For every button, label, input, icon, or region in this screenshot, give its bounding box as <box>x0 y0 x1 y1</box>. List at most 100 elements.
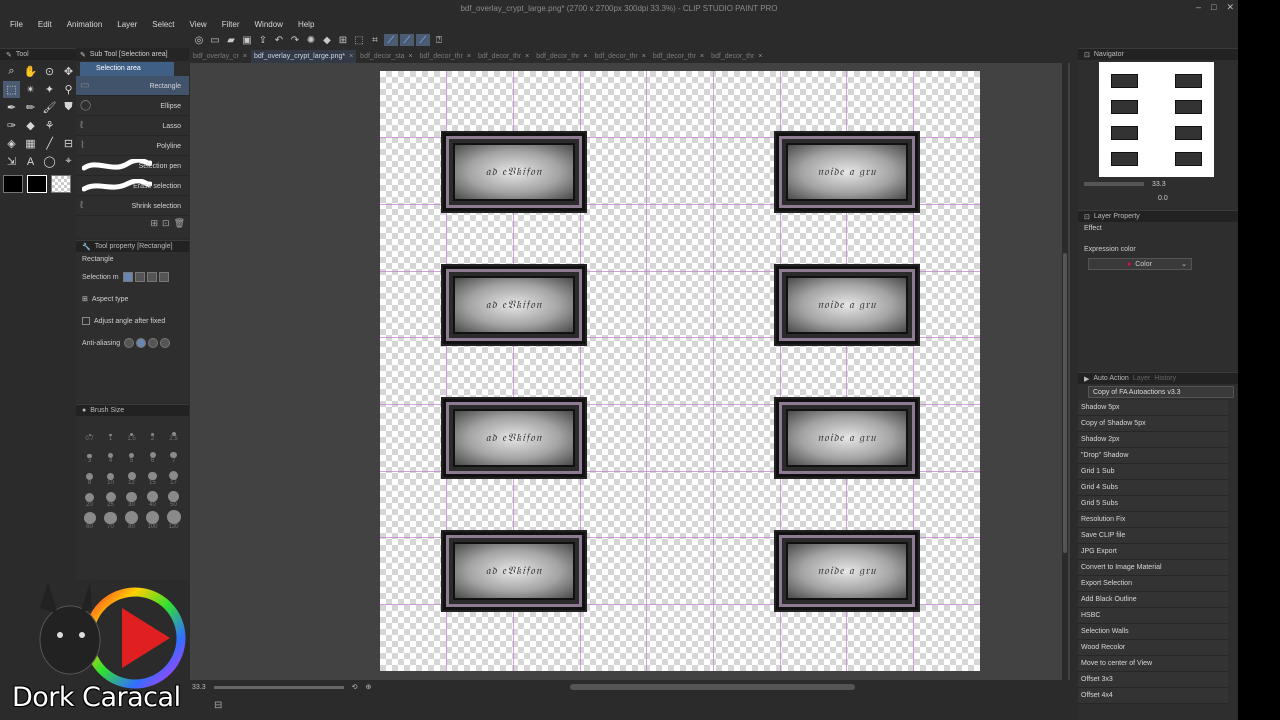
pen-icon[interactable]: ✒ <box>3 99 20 116</box>
zoom-icon[interactable]: ⌕ <box>3 63 20 80</box>
subtract-selection-button[interactable] <box>146 272 157 282</box>
navigator-preview[interactable] <box>1099 62 1214 177</box>
open-folder-icon[interactable]: ▰ <box>224 34 238 46</box>
balloon-icon[interactable]: ◯ <box>41 153 58 170</box>
brush-size-option[interactable]: 30 <box>121 486 142 508</box>
auto-action-item[interactable]: Resolution Fix <box>1078 512 1228 528</box>
auto-action-item[interactable]: Grid 5 Subs <box>1078 496 1228 512</box>
menu-animation[interactable]: Animation <box>67 20 103 29</box>
brush-size-option[interactable]: 6 <box>142 442 163 464</box>
auto-action-item[interactable]: Shadow 5px <box>1078 400 1228 416</box>
minimize-icon[interactable]: – <box>1196 2 1201 13</box>
text-icon[interactable]: A <box>22 153 39 170</box>
stamp-icon[interactable]: ⛊ <box>60 99 77 116</box>
brush-size-option[interactable]: 2.5 <box>163 420 184 442</box>
brush-size-option[interactable]: 60 <box>79 508 100 530</box>
subtool-erase-selection[interactable]: Erase selection <box>76 176 189 196</box>
eyedropper-icon[interactable]: ⚲ <box>60 81 77 98</box>
delete-subtool-icon[interactable]: 🗑 <box>174 218 185 229</box>
brush-size-option[interactable]: 100 <box>142 508 163 530</box>
auto-action-item[interactable]: Offset 4x4 <box>1078 688 1228 704</box>
airbrush-icon[interactable]: ✑ <box>3 117 20 134</box>
vertical-scrollbar[interactable] <box>1062 63 1068 680</box>
zoom-slider[interactable] <box>213 685 344 689</box>
new-file-icon[interactable]: ▭ <box>208 34 222 46</box>
auto-action-item[interactable]: Shadow 2px <box>1078 432 1228 448</box>
brush-size-option[interactable]: 4 <box>100 442 121 464</box>
correct-line-icon[interactable]: ⇲ <box>3 153 20 170</box>
aa-medium-button[interactable] <box>148 338 159 348</box>
brush-size-option[interactable]: 25 <box>100 486 121 508</box>
brush-size-option[interactable]: 40 <box>142 486 163 508</box>
auto-action-item[interactable]: Selection Walls <box>1078 624 1228 640</box>
subtool-rectangle[interactable]: ▭ Rectangle <box>76 76 189 96</box>
auto-action-item[interactable]: Convert to Image Material <box>1078 560 1228 576</box>
document-tab[interactable]: bdf_decor_thr × <box>708 50 765 63</box>
plaque-image[interactable]: 𝔞𝔡 𝔢𝔙𝔨𝔦𝔣𝔬𝔫 <box>441 397 587 479</box>
auto-action-item[interactable]: JPG Export <box>1078 544 1228 560</box>
scroll-thumb[interactable] <box>1063 253 1067 553</box>
figure-icon[interactable]: ╱ <box>41 135 58 152</box>
move-icon[interactable]: ✥ <box>60 63 77 80</box>
brush-size-option[interactable]: 50 <box>163 486 184 508</box>
fill-bucket-icon[interactable]: ◆ <box>320 34 334 46</box>
aa-strong-button[interactable] <box>160 338 171 348</box>
document-tab[interactable]: bdf_decor_sta × <box>357 50 415 63</box>
subtool-polyline[interactable]: ⌇ Polyline <box>76 136 189 156</box>
auto-action-item[interactable]: HSBC <box>1078 608 1228 624</box>
plaque-image[interactable]: 𝔫𝔬𝔦𝔡𝔢 𝔞 𝔤𝔯𝔲 <box>774 131 920 213</box>
brush-size-option[interactable]: 12 <box>121 464 142 486</box>
auto-action-item[interactable]: Save CLIP file <box>1078 528 1228 544</box>
deselect-icon[interactable]: ⬚ <box>352 34 366 46</box>
ruler-icon[interactable]: ⌖ <box>60 153 77 170</box>
navigator-zoom-slider[interactable] <box>1084 182 1144 186</box>
brush-size-option[interactable]: 80 <box>121 508 142 530</box>
eraser-icon[interactable]: ◆ <box>22 117 39 134</box>
document-tab[interactable]: bdf_decor_thr × <box>475 50 532 63</box>
maximize-icon[interactable]: □ <box>1211 2 1216 13</box>
auto-action-set-select[interactable]: Copy of FA Autoactions v3.3 <box>1088 386 1234 398</box>
menu-edit[interactable]: Edit <box>38 20 52 29</box>
sparkle-icon[interactable]: ✦ <box>41 81 58 98</box>
auto-action-item[interactable]: Wood Recolor <box>1078 640 1228 656</box>
rotate-view-icon[interactable]: ⊙ <box>41 63 58 80</box>
add-subtool-icon[interactable]: ⊞ <box>150 218 158 229</box>
brush-size-option[interactable]: 17 <box>163 464 184 486</box>
close-tab-icon[interactable]: × <box>583 53 587 60</box>
app-icon[interactable]: ◎ <box>192 34 206 46</box>
snap-ruler-icon[interactable]: ⟋ <box>384 34 398 46</box>
blend-icon[interactable]: ⚘ <box>41 117 58 134</box>
plaque-image[interactable]: 𝔫𝔬𝔦𝔡𝔢 𝔞 𝔤𝔯𝔲 <box>774 397 920 479</box>
color-triangle[interactable] <box>122 608 170 668</box>
menu-view[interactable]: View <box>190 20 207 29</box>
menu-file[interactable]: File <box>10 20 23 29</box>
auto-action-item[interactable]: "Drop" Shadow <box>1078 448 1228 464</box>
frame-icon[interactable]: ⊟ <box>60 135 77 152</box>
snap-grid-icon[interactable]: ⟋ <box>416 34 430 46</box>
tab-auto-action[interactable]: Auto Action <box>1093 375 1128 382</box>
auto-action-item[interactable]: Add Black Outline <box>1078 592 1228 608</box>
page-icon[interactable]: ⊟ <box>214 700 222 711</box>
brush-icon[interactable]: 🖌 <box>41 99 58 116</box>
lock-icon[interactable]: ⍰ <box>432 34 446 46</box>
close-tab-icon[interactable]: × <box>758 53 762 60</box>
tab-layer[interactable]: Layer <box>1133 375 1151 382</box>
brush-size-option[interactable]: 1 <box>100 420 121 442</box>
copy-subtool-icon[interactable]: ⊡ <box>162 218 170 229</box>
selection-icon[interactable]: ⬚ <box>3 81 20 98</box>
transform-icon[interactable]: ⊞ <box>336 34 350 46</box>
export-icon[interactable]: ⇪ <box>256 34 270 46</box>
brush-size-option[interactable]: 1.5 <box>121 420 142 442</box>
document-tab[interactable]: bdf_decor_thr × <box>650 50 707 63</box>
close-tab-icon[interactable]: × <box>467 53 471 60</box>
plaque-image[interactable]: 𝔫𝔬𝔦𝔡𝔢 𝔞 𝔤𝔯𝔲 <box>774 264 920 346</box>
hand-icon[interactable]: ✋ <box>22 63 39 80</box>
document-tab[interactable]: bdf_overlay_cr × <box>190 50 250 63</box>
zoom-readout[interactable]: 33.3 <box>192 684 206 691</box>
menu-help[interactable]: Help <box>298 20 314 29</box>
aa-weak-button[interactable] <box>136 338 147 348</box>
brush-size-option[interactable]: 0.7 <box>79 420 100 442</box>
canvas[interactable]: 𝔞𝔡 𝔢𝔙𝔨𝔦𝔣𝔬𝔫 𝔫𝔬𝔦𝔡𝔢 𝔞 𝔤𝔯𝔲 𝔞𝔡 𝔢𝔙𝔨𝔦𝔣𝔬𝔫 𝔫𝔬𝔦𝔡𝔢 𝔞 𝔤… <box>380 71 980 671</box>
brush-size-option[interactable]: 2 <box>142 420 163 442</box>
fit-icon[interactable]: ⊕ <box>366 683 372 691</box>
